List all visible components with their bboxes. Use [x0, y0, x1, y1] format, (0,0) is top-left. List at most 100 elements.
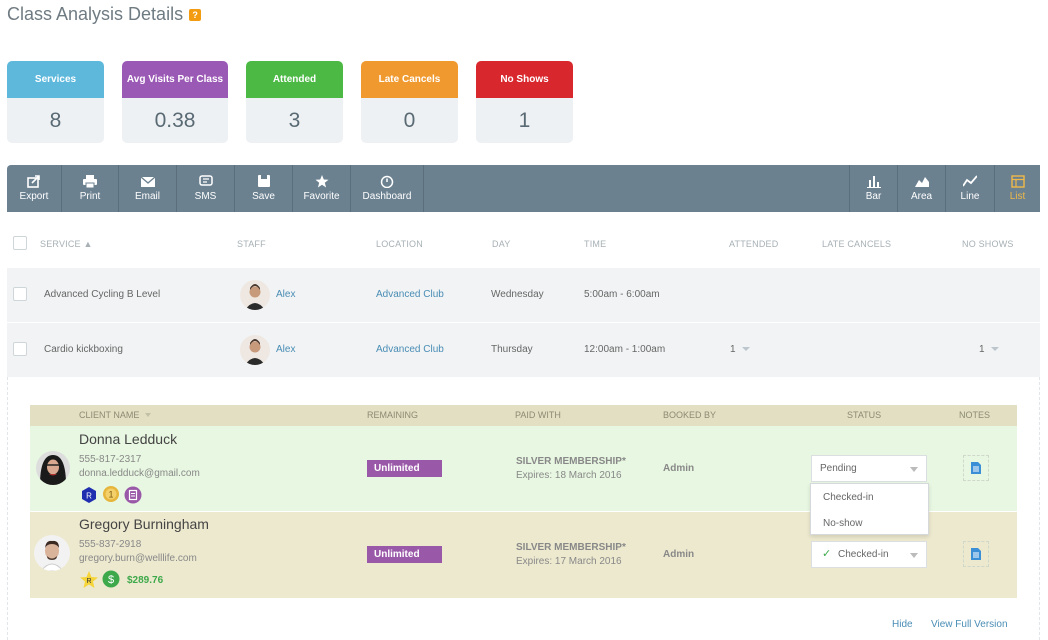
view-full-version-link[interactable]: View Full Version [931, 619, 1008, 630]
header-late-cancels[interactable]: LATE CANCELS [822, 239, 891, 249]
svg-text:1: 1 [108, 490, 113, 500]
line-view-button[interactable]: Line [945, 165, 994, 212]
list-view-button[interactable]: List [994, 165, 1040, 212]
favorite-button[interactable]: Favorite [293, 165, 351, 212]
header-location[interactable]: LOCATION [376, 239, 423, 249]
check-icon: ✓ [822, 548, 832, 560]
remaining-badge: Unlimited [367, 460, 442, 477]
chevron-down-icon [742, 347, 751, 351]
toolbar: Export Print Email SMS Save Favorite Das… [7, 165, 1040, 212]
client-avatar [36, 451, 70, 485]
print-label: Print [79, 191, 101, 202]
r-star-icon: R [80, 571, 98, 588]
account-balance: $289.76 [127, 575, 164, 586]
header-day[interactable]: DAY [492, 239, 510, 249]
chevron-down-icon [910, 467, 918, 472]
header-status[interactable]: STATUS [847, 406, 881, 425]
time-value: 5:00am - 6:00am [584, 289, 660, 300]
client-phone: 555-837-2918 [79, 539, 142, 550]
page-title-text: Class Analysis Details [7, 4, 184, 24]
header-client-name[interactable]: CLIENT NAME [79, 406, 151, 425]
help-icon[interactable]: ? [189, 9, 202, 21]
sms-button[interactable]: SMS [177, 165, 235, 212]
no-shows-value: 1 [979, 344, 985, 355]
export-icon [27, 175, 40, 188]
chevron-down-icon [991, 347, 1000, 351]
stat-avg-visits[interactable]: Avg Visits Per Class 0.38 [122, 61, 228, 143]
paid-with: SILVER MEMBERSHIP* [516, 542, 626, 553]
status-select[interactable]: ✓ Checked-in [811, 541, 927, 568]
star-icon [315, 175, 328, 188]
header-no-shows[interactable]: NO SHOWS [962, 239, 1014, 249]
header-notes[interactable]: NOTES [959, 406, 990, 425]
status-option-no-show[interactable]: No-show [823, 518, 862, 529]
header-time[interactable]: TIME [584, 239, 606, 249]
stat-attended[interactable]: Attended 3 [246, 61, 343, 143]
staff-link[interactable]: Alex [276, 289, 295, 300]
client-email[interactable]: gregory.burn@welllife.com [79, 553, 197, 564]
staff-avatar [240, 335, 270, 365]
line-label: Line [960, 191, 980, 202]
dashboard-button[interactable]: Dashboard [351, 165, 424, 212]
svg-text:$: $ [108, 574, 114, 586]
stat-late-cancels[interactable]: Late Cancels 0 [361, 61, 458, 143]
client-phone: 555-817-2317 [79, 454, 142, 465]
header-staff[interactable]: STAFF [237, 239, 266, 249]
favorite-label: Favorite [303, 191, 340, 202]
header-attended[interactable]: ATTENDED [729, 239, 778, 249]
client-avatar [34, 535, 70, 571]
location-link[interactable]: Advanced Club [376, 344, 444, 355]
booked-by: Admin [663, 463, 695, 474]
list-label: List [1009, 191, 1026, 202]
email-icon [140, 176, 155, 187]
print-button[interactable]: Print [62, 165, 119, 212]
header-remaining[interactable]: REMAINING [367, 406, 418, 425]
stat-value: 1 [518, 108, 531, 132]
stat-no-shows[interactable]: No Shows 1 [476, 61, 573, 143]
stat-label: No Shows [476, 61, 573, 98]
header-booked-by[interactable]: BOOKED BY [663, 406, 716, 425]
location-link[interactable]: Advanced Club [376, 289, 444, 300]
staff-link[interactable]: Alex [276, 344, 295, 355]
export-button[interactable]: Export [7, 165, 62, 212]
status-dropdown-menu: Checked-in No-show [810, 483, 929, 535]
email-label: Email [134, 191, 160, 202]
bar-view-button[interactable]: Bar [849, 165, 897, 212]
expiry-date: Expires: 18 March 2016 [516, 470, 622, 481]
client-name[interactable]: Gregory Burningham [79, 516, 209, 532]
notes-button[interactable] [963, 455, 989, 481]
hide-link[interactable]: Hide [892, 619, 913, 630]
client-name[interactable]: Donna Ledduck [79, 431, 177, 447]
no-shows-toggle[interactable]: 1 [979, 344, 1000, 355]
list-icon [1010, 175, 1025, 188]
attended-toggle[interactable]: 1 [730, 344, 751, 355]
status-value: Pending [820, 463, 857, 474]
remaining-badge: Unlimited [367, 546, 442, 563]
stat-services[interactable]: Services 8 [7, 61, 104, 143]
client-email[interactable]: donna.ledduck@gmail.com [79, 468, 200, 479]
notes-button[interactable] [963, 541, 989, 567]
status-option-checked-in[interactable]: Checked-in [823, 492, 874, 503]
paid-with: SILVER MEMBERSHIP* [516, 456, 626, 467]
export-label: Export [19, 191, 49, 202]
r-hexagon-icon: R [82, 487, 96, 503]
area-view-button[interactable]: Area [897, 165, 945, 212]
email-button[interactable]: Email [119, 165, 177, 212]
row-checkbox[interactable] [13, 342, 27, 356]
svg-text:R: R [86, 492, 92, 501]
service-name: Advanced Cycling B Level [44, 289, 161, 300]
stat-value: 8 [49, 108, 62, 132]
save-button[interactable]: Save [235, 165, 293, 212]
save-label: Save [252, 191, 275, 202]
dashboard-label: Dashboard [362, 191, 412, 202]
stat-value: 0 [403, 108, 416, 132]
area-label: Area [910, 191, 933, 202]
chevron-down-icon [910, 553, 918, 558]
stat-label: Avg Visits Per Class [122, 61, 228, 98]
select-all-checkbox[interactable] [13, 236, 27, 250]
header-service[interactable]: SERVICE ▲ [40, 239, 93, 249]
status-select[interactable]: Pending [811, 455, 927, 482]
header-paid-with[interactable]: PAID WITH [515, 406, 561, 425]
row-checkbox[interactable] [13, 287, 27, 301]
bar-label: Bar [865, 191, 882, 202]
